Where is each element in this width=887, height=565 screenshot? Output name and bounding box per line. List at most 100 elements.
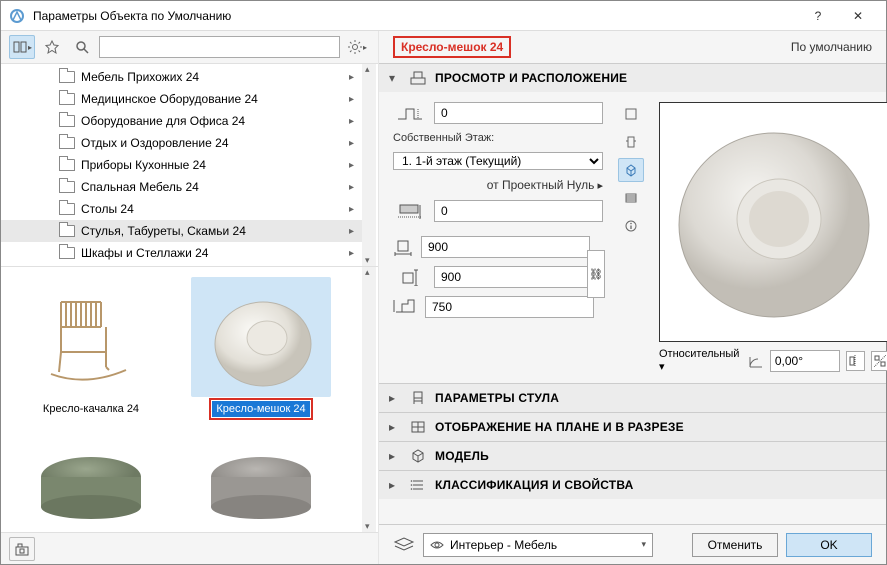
left-pane: ▸ ▸ Мебель Прихожих 24 ▸ Медицинское Обору… [1,31,379,564]
folder-row[interactable]: Спальная Мебель 24 ▸ [1,176,362,198]
folder-row[interactable]: Стулья, Табуреты, Скамьи 24 ▸ [1,220,362,242]
favorite-button[interactable] [39,35,65,59]
folder-icon [59,203,75,215]
folder-row[interactable]: Оборудование для Офиса 24▸ [1,110,362,132]
home-story-select[interactable]: 1. 1-й этаж (Текущий) [393,152,603,170]
search-input[interactable] [99,36,340,58]
dim-x-input[interactable] [421,236,590,258]
mirror-x-button[interactable] [846,351,865,371]
titlebar: Параметры Объекта по Умолчанию ? ✕ [1,1,886,31]
panel-preview-position: ▾ ПРОСМОТР И РАСПОЛОЖЕНИЕ [379,63,886,383]
folder-label: Спальная Мебель 24 [81,180,199,194]
list-icon [409,477,427,493]
folder-row[interactable]: Отдых и Оздоровление 24 ▸ [1,132,362,154]
right-header: Кресло-мешок 24 По умолчанию [379,31,886,63]
mirror-xy-button[interactable] [871,351,887,371]
panel-title: ПРОСМОТР И РАСПОЛОЖЕНИЕ [435,71,627,85]
tree-scrollbar[interactable] [362,64,376,266]
chevron-right-icon: ▸ [349,226,354,237]
library-view-button[interactable]: ▸ [9,35,35,59]
plan-icon [409,419,427,435]
settings-button[interactable]: ▸ [344,35,370,59]
folder-label: Отдых и Оздоровление 24 [81,136,229,150]
panel-head[interactable]: ▸ КЛАССИФИКАЦИЯ И СВОЙСТВА [379,471,886,499]
bottom-elevation-icon [393,200,426,222]
view-3d-button[interactable] [618,158,644,182]
folder-tree[interactable]: Мебель Прихожих 24 ▸ Медицинское Оборудова… [1,63,378,267]
link-dimensions-button[interactable]: ⛓ [587,250,605,298]
folder-row[interactable]: Мебель Прихожих 24 ▸ [1,66,362,88]
eye-icon [430,539,444,551]
chevron-down-icon: ▾ [641,539,646,550]
layer-name: Интерьер - Мебель [450,538,635,552]
dialog-window: Параметры Объекта по Умолчанию ? ✕ ▸ ▸ [0,0,887,565]
top-elevation-input[interactable] [434,102,603,124]
folder-icon [59,115,75,127]
app-icon [9,8,25,24]
thumbs-scrollbar[interactable] [362,267,376,532]
cube-icon [409,448,427,464]
thumbnail-item[interactable]: Кресло-качалка 24 [11,277,171,417]
thumbnail-item[interactable] [11,427,171,532]
chevron-right-icon: ▸ [349,204,354,215]
view-info-button[interactable] [618,214,644,238]
panel-title: КЛАССИФИКАЦИЯ И СВОЙСТВА [435,478,633,492]
view-symbol-button[interactable] [618,102,644,126]
close-button[interactable]: ✕ [838,1,878,31]
thumbnail-label: Кресло-качалка 24 [39,401,143,417]
elevation-icon [393,102,426,124]
folder-row[interactable]: Медицинское Оборудование 24▸ [1,88,362,110]
panel-head[interactable]: ▸ ПАРАМЕТРЫ СТУЛА [379,384,886,412]
view-elevation-button[interactable] [618,130,644,154]
fields-column: Собственный Этаж: 1. 1-й этаж (Текущий) … [393,102,603,318]
chevron-right-icon: ▸ [349,72,354,83]
rotation-input[interactable] [770,350,840,372]
default-link[interactable]: По умолчанию [791,40,872,54]
project-zero-label: от Проектный Нуль ▸ [393,178,603,192]
folder-label: Стулья, Табуреты, Скамьи 24 [81,224,246,238]
folder-label: Мебель Прихожих 24 [81,70,199,84]
view-preview-button[interactable] [618,186,644,210]
angle-icon [748,353,764,369]
height-icon [393,296,417,318]
depth-icon [393,266,426,288]
dim-y-input[interactable] [434,266,603,288]
width-icon [393,236,413,258]
folder-row[interactable]: Столы 24▸ [1,198,362,220]
cancel-button[interactable]: Отменить [692,533,778,557]
folder-icon [59,181,75,193]
chevron-right-icon: ▸ [349,182,354,193]
thumbnail-grid[interactable]: Кресло-качалка 24 Кресло-мешок 24 [1,267,378,532]
search-button[interactable] [69,35,95,59]
help-button[interactable]: ? [798,1,838,31]
folder-icon [59,247,75,259]
folder-row[interactable]: Шкафы и Стеллажи 24▸ [1,242,362,264]
panel-title: ПАРАМЕТРЫ СТУЛА [435,391,559,405]
ok-button[interactable]: OK [786,533,872,557]
placement-icon [409,70,427,86]
view-mode-buttons [613,102,649,238]
folder-icon [59,159,75,171]
panel-head[interactable]: ▸МОДЕЛЬ [379,442,886,470]
chevron-right-icon: ▸ [389,478,401,492]
bottom-elevation-input[interactable] [434,200,603,222]
library-manager-button[interactable] [9,537,35,561]
thumbnail-item[interactable]: Кресло-мешок 24 [181,277,341,417]
panel-body-preview: Собственный Этаж: 1. 1-й этаж (Текущий) … [379,92,886,383]
chevron-right-icon: ▸ [349,138,354,149]
thumbnail-image [191,277,331,397]
dim-z-input[interactable] [425,296,594,318]
window-title: Параметры Объекта по Умолчанию [33,9,798,23]
thumbnail-item[interactable] [181,427,341,532]
folder-label: Шкафы и Стеллажи 24 [81,246,208,260]
chevron-right-icon: ▸ [349,116,354,127]
chevron-down-icon: ▾ [389,71,401,85]
panel-head[interactable]: ▸ОТОБРАЖЕНИЕ НА ПЛАНЕ И В РАЗРЕЗЕ [379,413,886,441]
panel-head-preview[interactable]: ▾ ПРОСМОТР И РАСПОЛОЖЕНИЕ [379,64,886,92]
chevron-right-icon: ▸ [389,449,401,463]
folder-label: Приборы Кухонные 24 [81,158,206,172]
folder-row[interactable]: Приборы Кухонные 24▸ [1,154,362,176]
chevron-right-icon: ▸ [389,391,401,405]
preview-3d[interactable] [659,102,887,342]
layer-combo[interactable]: Интерьер - Мебель ▾ [423,533,653,557]
